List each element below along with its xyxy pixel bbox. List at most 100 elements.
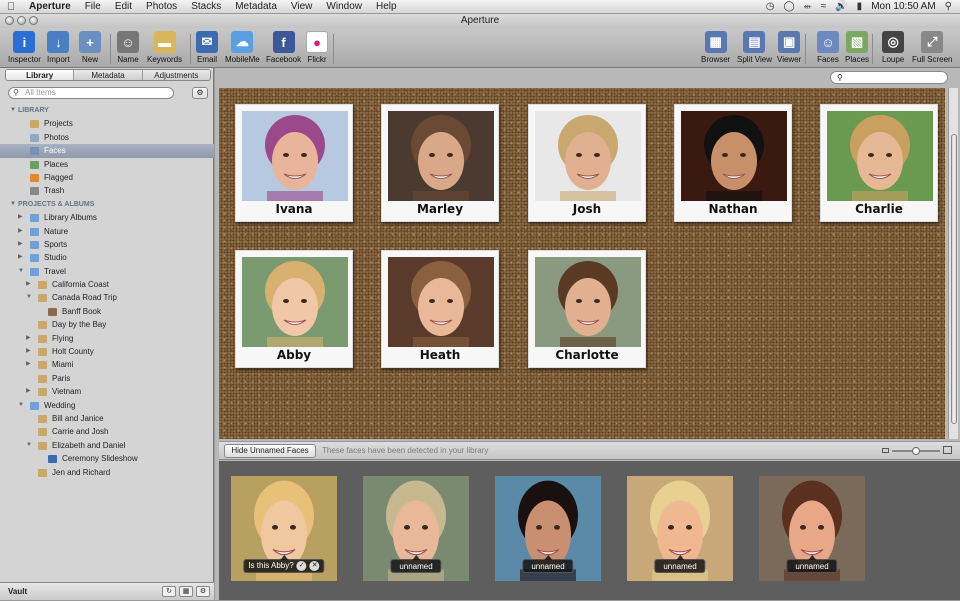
sidebar-item-places[interactable]: Places [0,158,214,171]
unnamed-face[interactable]: unnamed [363,476,469,581]
face-snapshot-charlotte[interactable]: Charlotte [528,250,646,368]
sidebar-item-travel[interactable]: ▼ Travel [0,265,214,278]
faces-button[interactable]: ☺ Faces [817,31,839,64]
disclosure-triangle-icon[interactable]: ▶ [26,278,31,291]
keywords-button[interactable]: ▬ Keywords [147,31,182,64]
sidebar-item-faces[interactable]: Faces [0,144,214,158]
sidebar-item-elizabeth-and-daniel[interactable]: ▼ Elizabeth and Daniel [0,439,214,452]
sidebar-item-nature[interactable]: ▶ Nature [0,225,214,238]
unnamed-face[interactable]: unnamed [759,476,865,581]
face-snapshot-abby[interactable]: Abby [235,250,353,368]
time-machine-icon[interactable]: ◷ [766,1,775,12]
places-button[interactable]: ▧ Places [845,31,869,64]
unnamed-face[interactable]: Is this Abby? ✓ ✕ [231,476,337,581]
sidebar-item-sports[interactable]: ▶ Sports [0,238,214,251]
sidebar-item-bill-and-janice[interactable]: Bill and Janice [0,412,214,425]
sidebar-item-library-albums[interactable]: ▶ Library Albums [0,211,214,224]
sidebar-item-vietnam[interactable]: ▶ Vietnam [0,385,214,398]
email-button[interactable]: ✉ Email [196,31,218,64]
unnamed-label[interactable]: unnamed [390,555,442,573]
sidebar-item-wedding[interactable]: ▼ Wedding [0,399,214,412]
sidebar-item-miami[interactable]: ▶ Miami [0,358,214,371]
face-snapshot-josh[interactable]: Josh [528,104,646,222]
tab-metadata[interactable]: Metadata [74,70,143,80]
menu-clock[interactable]: Mon 10:50 AM [871,1,935,12]
gear-icon[interactable]: ⚙ [192,87,208,99]
faces-search-input[interactable]: ⚲ [830,71,948,84]
mobileme-button[interactable]: ☁ MobileMe [225,31,260,64]
unnamed-label[interactable]: unnamed [654,555,706,573]
menu-app-name[interactable]: Aperture [22,1,78,12]
inspector-button[interactable]: i Inspector [8,31,41,64]
menu-file[interactable]: File [78,1,108,12]
face-name-label[interactable]: Ivana [236,202,352,216]
bluetooth-icon[interactable]: ⬴ [804,1,812,12]
menu-view[interactable]: View [284,1,320,12]
sidebar-item-trash[interactable]: Trash [0,184,214,197]
tab-library[interactable]: Library [6,70,75,80]
loupe-button[interactable]: ◎ Loupe [882,31,904,64]
sidebar-item-projects[interactable]: Projects [0,117,214,130]
menu-edit[interactable]: Edit [108,1,139,12]
refresh-icon[interactable]: ↻ [162,586,176,597]
face-name-label[interactable]: Nathan [675,202,791,216]
sidebar-item-studio[interactable]: ▶ Studio [0,251,214,264]
sidebar-item-photos[interactable]: Photos [0,131,214,144]
face-suggestion-label[interactable]: Is this Abby? ✓ ✕ [243,555,325,573]
sidebar-item-banff-book[interactable]: Banff Book [0,305,214,318]
disclosure-triangle-icon[interactable]: ▶ [26,358,31,371]
facebook-button[interactable]: f Facebook [266,31,301,64]
disclosure-triangle-icon[interactable]: ▶ [18,211,23,224]
face-snapshot-marley[interactable]: Marley [381,104,499,222]
split-view-button[interactable]: ▤ Split View [737,31,772,64]
face-name-label[interactable]: Abby [236,348,352,362]
disclosure-triangle-icon[interactable]: ▼ [10,104,16,117]
menu-window[interactable]: Window [319,1,369,12]
face-name-label[interactable]: Heath [382,348,498,362]
apple-icon[interactable]:  [0,1,22,13]
viewer-button[interactable]: ▣ Viewer [777,31,801,64]
sidebar-section-header[interactable]: ▼ LIBRARY [0,104,214,117]
menu-metadata[interactable]: Metadata [228,1,284,12]
spotlight-icon[interactable]: ⚲ [945,1,952,12]
sidebar-item-jen-and-richard[interactable]: Jen and Richard [0,466,214,479]
tab-adjustments[interactable]: Adjustments [142,70,210,80]
face-snapshot-nathan[interactable]: Nathan [674,104,792,222]
disclosure-triangle-icon[interactable]: ▶ [26,332,31,345]
battery-icon[interactable]: ▮ [857,1,863,12]
sidebar-item-ceremony-slideshow[interactable]: Ceremony Slideshow [0,452,214,465]
sidebar-item-paris[interactable]: Paris [0,372,214,385]
menu-photos[interactable]: Photos [139,1,184,12]
disclosure-triangle-icon[interactable]: ▶ [18,238,23,251]
sidebar-item-flying[interactable]: ▶ Flying [0,332,214,345]
face-snapshot-heath[interactable]: Heath [381,250,499,368]
browser-button[interactable]: ▦ Browser [701,31,730,64]
unnamed-label[interactable]: unnamed [522,555,574,573]
sidebar-item-california-coast[interactable]: ▶ California Coast [0,278,214,291]
flickr-button[interactable]: ● Flickr [306,31,328,64]
disclosure-triangle-icon[interactable]: ▼ [18,265,24,278]
disclosure-triangle-icon[interactable]: ▶ [18,251,23,264]
disclosure-triangle-icon[interactable]: ▼ [26,291,32,304]
face-snapshot-ivana[interactable]: Ivana [235,104,353,222]
sidebar-item-canada-road-trip[interactable]: ▼ Canada Road Trip [0,291,214,304]
sidebar-item-carrie-and-josh[interactable]: Carrie and Josh [0,425,214,438]
reject-icon[interactable]: ✕ [309,561,320,571]
disclosure-triangle-icon[interactable]: ▶ [26,345,31,358]
vault-add-icon[interactable]: ▦ [179,586,193,597]
name-button[interactable]: ☺ Name [117,31,139,64]
face-name-label[interactable]: Josh [529,202,645,216]
unnamed-label[interactable]: unnamed [786,555,838,573]
full-screen-button[interactable]: ⤢ Full Screen [912,31,952,64]
wifi-icon[interactable]: ≈ [821,1,827,12]
unnamed-face[interactable]: unnamed [627,476,733,581]
disclosure-triangle-icon[interactable]: ▶ [26,385,31,398]
face-name-label[interactable]: Charlotte [529,348,645,362]
minimize-window-button[interactable] [17,16,26,25]
disclosure-triangle-icon[interactable]: ▶ [18,225,23,238]
corkboard-scrollbar[interactable] [948,88,958,439]
face-name-label[interactable]: Marley [382,202,498,216]
import-button[interactable]: ↓ Import [47,31,70,64]
library-search-input[interactable]: ⚲ All Items [8,87,174,99]
menu-stacks[interactable]: Stacks [184,1,228,12]
